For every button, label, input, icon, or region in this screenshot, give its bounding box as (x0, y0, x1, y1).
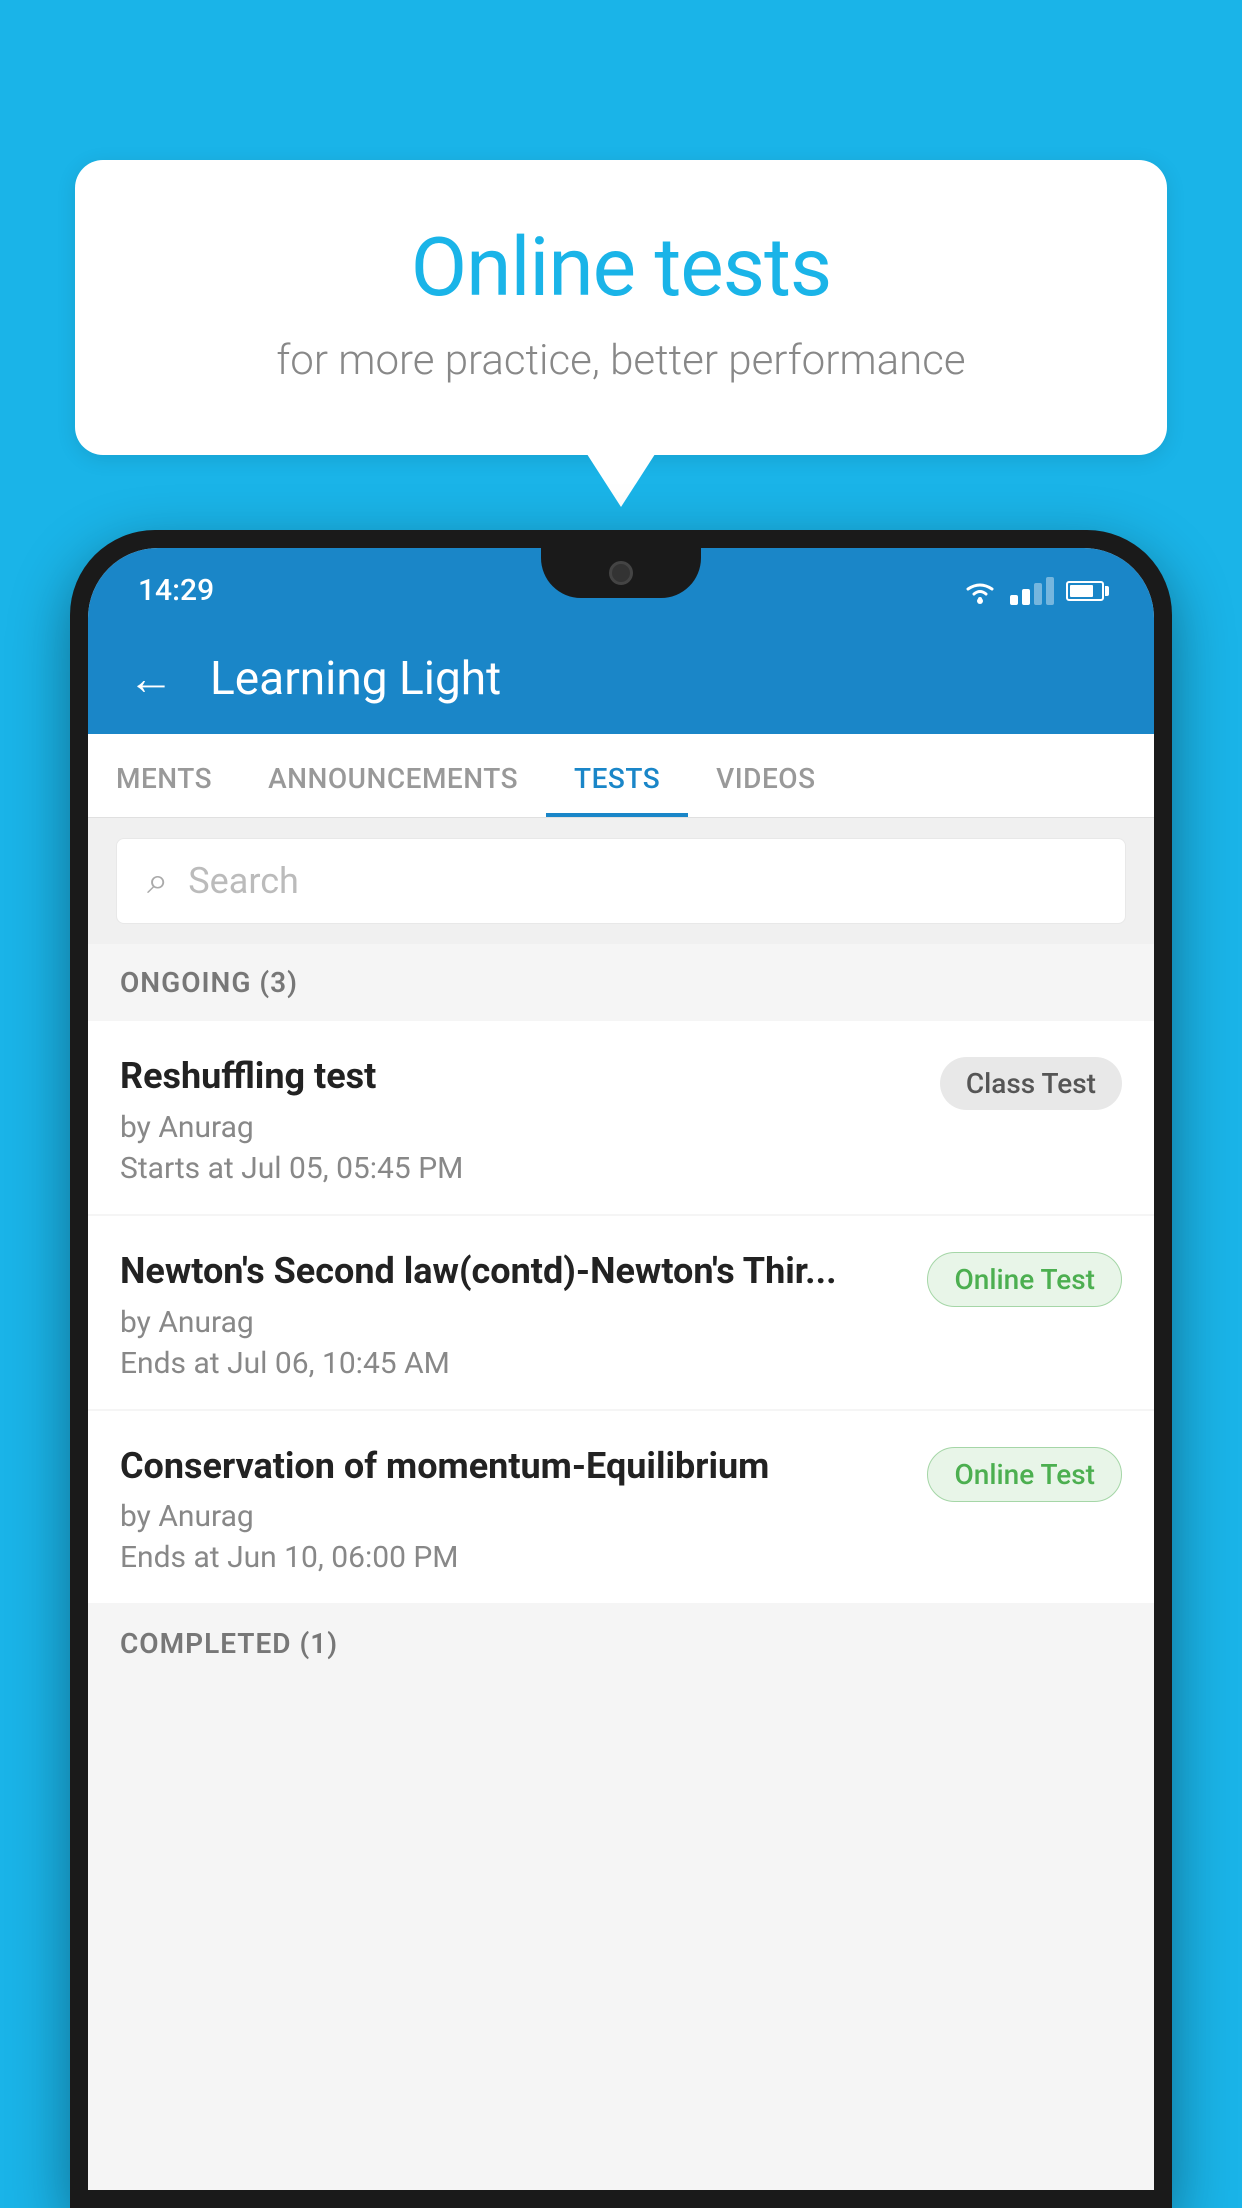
test-badge-1: Class Test (940, 1057, 1122, 1110)
wifi-icon (962, 577, 998, 605)
test-author-1: by Anurag (120, 1110, 916, 1145)
test-author-2: by Anurag (120, 1305, 903, 1340)
speech-bubble: Online tests for more practice, better p… (75, 160, 1167, 455)
test-time-1: Starts at Jul 05, 05:45 PM (120, 1151, 916, 1186)
completed-section-header: COMPLETED (1) (88, 1605, 1154, 1672)
test-card-newton[interactable]: Newton's Second law(contd)-Newton's Thir… (88, 1216, 1154, 1409)
status-bar: 14:29 (88, 548, 1154, 623)
test-name-3: Conservation of momentum-Equilibrium (120, 1443, 903, 1490)
search-input[interactable]: Search (188, 860, 299, 902)
tab-announcements[interactable]: ANNOUNCEMENTS (240, 734, 546, 817)
test-time-3: Ends at Jun 10, 06:00 PM (120, 1540, 903, 1575)
tabs-bar: MENTS ANNOUNCEMENTS TESTS VIDEOS (88, 734, 1154, 818)
phone-frame: 14:29 (70, 530, 1172, 2208)
signal-bars-icon (1010, 577, 1054, 605)
test-name-1: Reshuffling test (120, 1053, 916, 1100)
tab-videos[interactable]: VIDEOS (688, 734, 843, 817)
search-box[interactable]: ⌕ Search (116, 838, 1126, 924)
back-button[interactable]: ← (128, 651, 174, 706)
battery-icon (1066, 581, 1104, 601)
ongoing-section-header: ONGOING (3) (88, 944, 1154, 1021)
test-info-3: Conservation of momentum-Equilibrium by … (120, 1443, 927, 1576)
test-badge-3: Online Test (927, 1447, 1122, 1502)
app-header: ← Learning Light (88, 623, 1154, 734)
app-title: Learning Light (210, 652, 501, 706)
bubble-title: Online tests (155, 220, 1087, 316)
notch (541, 548, 701, 598)
status-icons (962, 577, 1104, 605)
search-container: ⌕ Search (88, 818, 1154, 944)
test-author-3: by Anurag (120, 1499, 903, 1534)
test-info-2: Newton's Second law(contd)-Newton's Thir… (120, 1248, 927, 1381)
test-card-conservation[interactable]: Conservation of momentum-Equilibrium by … (88, 1411, 1154, 1604)
test-card-reshuffling[interactable]: Reshuffling test by Anurag Starts at Jul… (88, 1021, 1154, 1214)
status-time: 14:29 (138, 573, 214, 608)
test-time-2: Ends at Jul 06, 10:45 AM (120, 1346, 903, 1381)
test-badge-2: Online Test (927, 1252, 1122, 1307)
search-icon: ⌕ (147, 859, 168, 903)
content-area: ONGOING (3) Reshuffling test by Anurag S… (88, 944, 1154, 2190)
tab-ments[interactable]: MENTS (88, 734, 240, 817)
test-name-2: Newton's Second law(contd)-Newton's Thir… (120, 1248, 903, 1295)
phone-screen: 14:29 (88, 548, 1154, 2190)
bubble-subtitle: for more practice, better performance (155, 336, 1087, 385)
test-info-1: Reshuffling test by Anurag Starts at Jul… (120, 1053, 940, 1186)
camera-dot (609, 561, 633, 585)
tab-tests[interactable]: TESTS (546, 734, 688, 817)
